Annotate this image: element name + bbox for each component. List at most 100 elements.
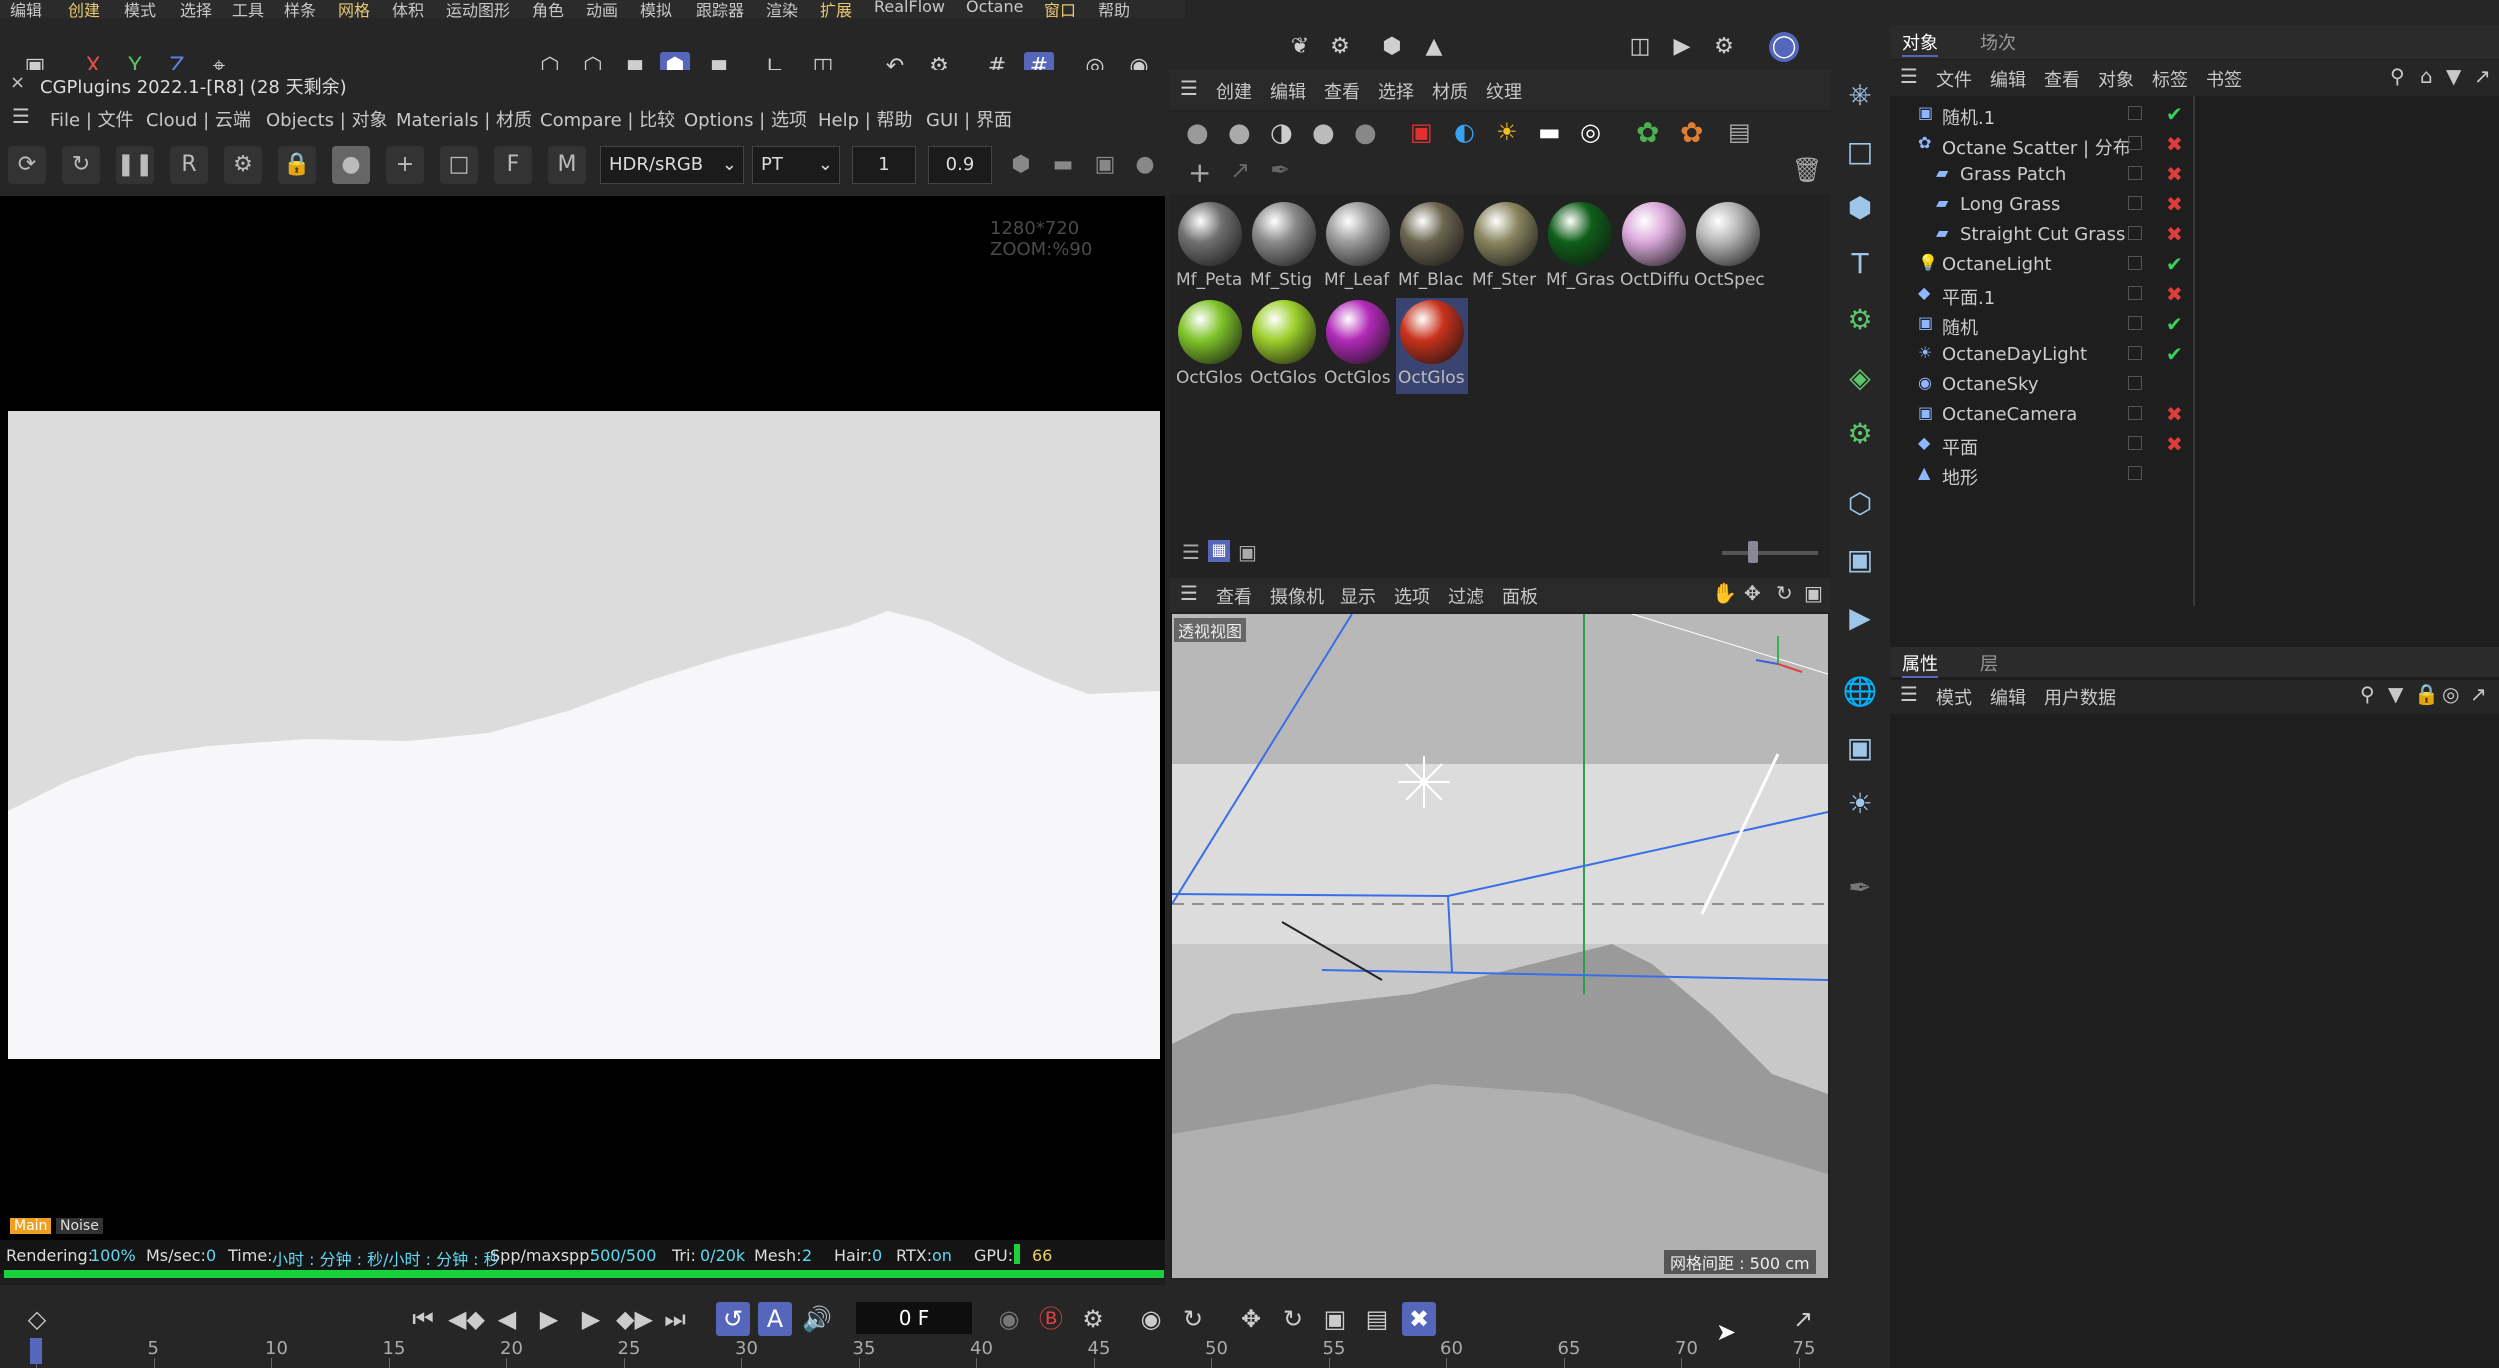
- material-item[interactable]: OctGlos: [1248, 298, 1320, 394]
- object-row[interactable]: ✿ Octane Scatter | 分布 ✖: [1890, 130, 2499, 160]
- sound-icon[interactable]: 🔊: [800, 1302, 834, 1336]
- octane-menu-gui[interactable]: GUI | 界面: [926, 106, 1012, 132]
- sky-icon[interactable]: ◐: [1454, 118, 1475, 146]
- hamburger-icon[interactable]: ☰: [1180, 581, 1198, 605]
- render-picture-icon[interactable]: ▶: [1667, 32, 1697, 62]
- record-icon[interactable]: ◉: [992, 1302, 1026, 1336]
- new-window-icon[interactable]: ↗: [2474, 64, 2491, 88]
- brush-icon[interactable]: ✒: [1840, 868, 1880, 908]
- effector-icon[interactable]: ⚙: [1840, 414, 1880, 454]
- scatter-icon[interactable]: ✿: [1680, 116, 1703, 149]
- tab-layers[interactable]: 层: [1980, 650, 1998, 676]
- attr-menu-edit[interactable]: 编辑: [1990, 684, 2026, 710]
- adobe-icon[interactable]: ▲: [1419, 32, 1449, 62]
- edit-toggle-icon[interactable]: [2128, 346, 2142, 360]
- goto-end-icon[interactable]: ⏭: [658, 1302, 692, 1336]
- pan-icon[interactable]: ✋: [1712, 581, 1737, 605]
- key-settings-icon[interactable]: ⚙: [1076, 1302, 1110, 1336]
- mat-menu-texture[interactable]: 纹理: [1486, 78, 1522, 104]
- pause-icon[interactable]: ❚❚: [116, 146, 154, 184]
- disabled-x-icon[interactable]: ✖: [2166, 192, 2183, 216]
- object-row[interactable]: ▲ 地形: [1890, 460, 2499, 490]
- hamburger-icon[interactable]: ☰: [1900, 682, 1918, 706]
- render-view-icon[interactable]: ◫: [1625, 32, 1655, 62]
- material-item[interactable]: Mf_Stig: [1248, 200, 1320, 296]
- restart-icon[interactable]: ↻: [62, 146, 100, 184]
- tree-icon[interactable]: ✿: [1636, 116, 1659, 149]
- vp-menu-view[interactable]: 查看: [1216, 583, 1252, 609]
- mat-menu-select[interactable]: 选择: [1378, 78, 1414, 104]
- material-item[interactable]: Mf_Peta: [1174, 200, 1246, 296]
- close-icon[interactable]: ×: [10, 72, 25, 93]
- tab-objects[interactable]: 对象: [1902, 29, 1938, 57]
- goto-start-icon[interactable]: ⏮: [406, 1302, 440, 1336]
- object-row[interactable]: ▣ OctaneCamera ✖: [1890, 400, 2499, 430]
- material-item[interactable]: OctGlos: [1174, 298, 1246, 394]
- key-point-icon[interactable]: ✖: [1402, 1302, 1436, 1336]
- menu-character[interactable]: 角色: [532, 0, 564, 18]
- edit-toggle-icon[interactable]: [2128, 226, 2142, 240]
- clay-icon[interactable]: ●: [332, 146, 370, 184]
- menu-mograph[interactable]: 运动图形: [446, 0, 510, 18]
- edit-toggle-icon[interactable]: [2128, 166, 2142, 180]
- search-icon[interactable]: ⚲: [2390, 64, 2405, 88]
- expand-icon[interactable]: ↗: [1786, 1302, 1820, 1336]
- vp-menu-options[interactable]: 选项: [1394, 583, 1430, 609]
- field-icon[interactable]: ▣: [1840, 540, 1880, 580]
- send-scene-icon[interactable]: ⟳: [8, 146, 46, 184]
- menu-octane[interactable]: Octane: [966, 0, 1023, 16]
- hexagon-icon[interactable]: ⬢: [1002, 146, 1040, 184]
- settings-icon[interactable]: ⚙: [1325, 32, 1355, 62]
- menu-extensions[interactable]: 扩展: [820, 0, 852, 18]
- octane-menu-cloud[interactable]: Cloud | 云端: [146, 106, 251, 132]
- material-item[interactable]: OctSpec: [1692, 200, 1765, 296]
- new-window-icon[interactable]: ↗: [2470, 682, 2487, 706]
- edit-toggle-icon[interactable]: [2128, 136, 2142, 150]
- lock-icon[interactable]: 🔒: [2414, 682, 2439, 706]
- object-row[interactable]: ▰ Straight Cut Grass ✖: [1890, 220, 2499, 250]
- hamburger-icon[interactable]: ☰: [1900, 64, 1918, 88]
- tab-main[interactable]: Main: [10, 1218, 52, 1234]
- text-icon[interactable]: T: [1840, 244, 1880, 284]
- mat-menu-edit[interactable]: 编辑: [1270, 78, 1306, 104]
- object-row[interactable]: ▣ 随机.1 ✔: [1890, 100, 2499, 130]
- mat-sphere-icon[interactable]: ◑: [1270, 118, 1293, 148]
- octane-menu-file[interactable]: File | 文件: [50, 106, 134, 132]
- prev-frame-icon[interactable]: ◀: [490, 1302, 524, 1336]
- key-pla-icon[interactable]: ▤: [1360, 1302, 1394, 1336]
- menu-help[interactable]: 帮助: [1098, 0, 1130, 18]
- key-move-icon[interactable]: ✥: [1234, 1302, 1268, 1336]
- key-rotate-icon[interactable]: ↻: [1176, 1302, 1210, 1336]
- lock-icon[interactable]: 🔒: [278, 146, 316, 184]
- filter-icon[interactable]: ▼: [2446, 64, 2461, 88]
- pick-icon[interactable]: ✒: [1270, 156, 1290, 184]
- sun-icon[interactable]: ☀: [1496, 118, 1518, 146]
- autokey-icon[interactable]: Ⓑ: [1034, 1302, 1068, 1336]
- material-item[interactable]: Mf_Ster: [1470, 200, 1542, 296]
- object-row[interactable]: ▰ Grass Patch ✖: [1890, 160, 2499, 190]
- object-row[interactable]: ◉ OctaneSky: [1890, 370, 2499, 400]
- target-icon[interactable]: ◎: [1580, 118, 1601, 146]
- select-icon[interactable]: ⎈: [1840, 74, 1880, 114]
- home-icon[interactable]: ⌂: [2420, 64, 2433, 88]
- camera-st-icon[interactable]: ▣: [1840, 728, 1880, 768]
- zoom-slider[interactable]: [1722, 551, 1818, 555]
- play-icon[interactable]: ▶: [532, 1302, 566, 1336]
- large-view-icon[interactable]: ▣: [1238, 540, 1257, 564]
- circle-icon[interactable]: ●: [1126, 146, 1164, 184]
- value1-field[interactable]: 1: [852, 146, 916, 184]
- deformer-icon[interactable]: ⬡: [1840, 484, 1880, 524]
- keyframe-icon[interactable]: ◇: [20, 1302, 54, 1336]
- target-icon[interactable]: ◎: [2442, 682, 2459, 706]
- check-icon[interactable]: ✔: [2166, 102, 2183, 126]
- menu-create[interactable]: 创建: [68, 0, 100, 18]
- motion-path-icon[interactable]: ◉: [1134, 1302, 1168, 1336]
- cube-icon[interactable]: ⬢: [1377, 32, 1407, 62]
- material-item[interactable]: OctDiffu: [1618, 200, 1690, 296]
- value2-field[interactable]: 0.9: [928, 146, 992, 184]
- menu-simulate[interactable]: 模拟: [640, 0, 672, 18]
- disabled-x-icon[interactable]: ✖: [2166, 162, 2183, 186]
- material-picker-icon[interactable]: M: [548, 146, 586, 184]
- tab-takes[interactable]: 场次: [1980, 29, 2016, 55]
- edit-toggle-icon[interactable]: [2128, 196, 2142, 210]
